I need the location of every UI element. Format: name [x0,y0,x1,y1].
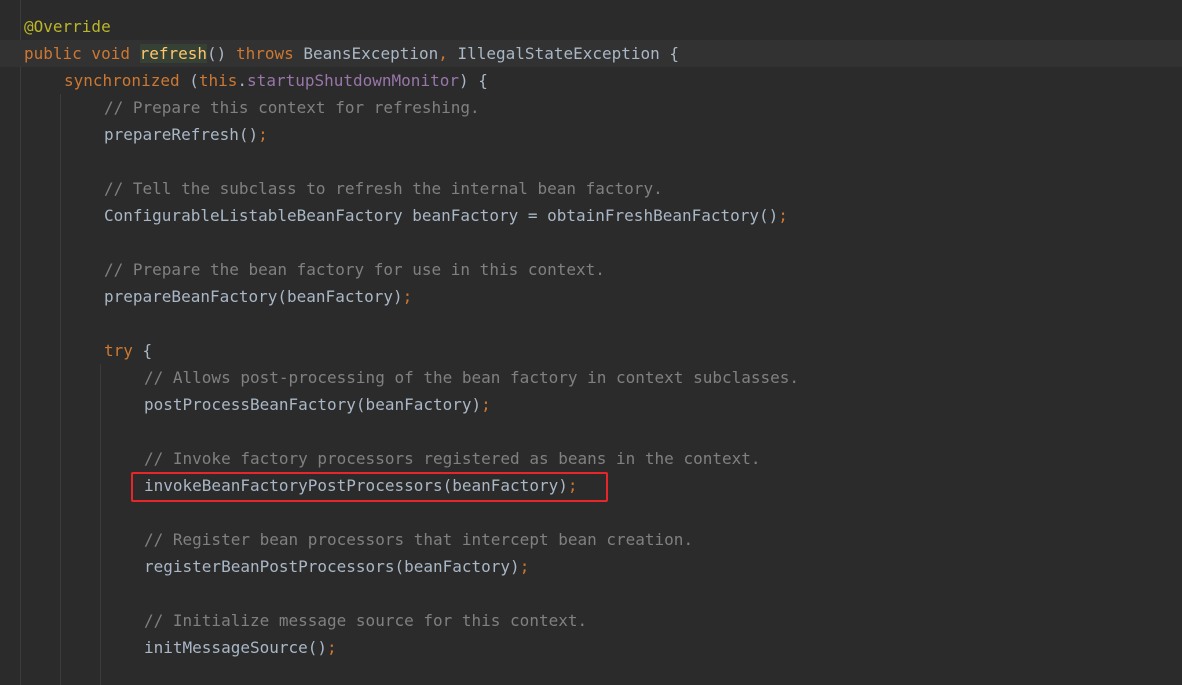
code-line-l24[interactable]: initMessageSource(); [0,634,1182,661]
code-token: // Prepare this context for refreshing. [104,98,480,117]
code-token: try [104,341,143,360]
code-line-l19[interactable] [0,499,1182,526]
code-token: ; [519,557,530,576]
code-line-l8[interactable]: ConfigurableListableBeanFactory beanFact… [0,202,1182,229]
code-token: , [438,44,458,63]
code-token: public void [24,44,140,63]
code-line-l4[interactable]: // Prepare this context for refreshing. [0,94,1182,121]
code-line-l6[interactable] [0,148,1182,175]
code-token: ; [327,638,337,657]
code-line-l20[interactable]: // Register bean processors that interce… [0,526,1182,553]
code-token: registerBeanPostProcessors(beanFactory) [144,557,520,576]
code-line-l22[interactable] [0,580,1182,607]
code-token: @Override [24,17,111,36]
code-token: ; [258,125,268,144]
code-line-l15[interactable]: postProcessBeanFactory(beanFactory); [0,391,1182,418]
code-line-l14[interactable]: // Allows post-processing of the bean fa… [0,364,1182,391]
code-token: postProcessBeanFactory(beanFactory) [144,395,482,414]
code-token: () [207,44,236,63]
code-token: // Allows post-processing of the bean fa… [144,368,800,387]
code-line-l1[interactable]: @Override [0,13,1182,40]
code-token: prepareRefresh() [104,125,259,144]
code-token: BeansException [303,44,439,63]
code-token: prepareBeanFactory(beanFactory) [104,287,403,306]
code-token: ConfigurableListableBeanFactory beanFact… [104,206,779,225]
code-token: { [142,341,153,360]
code-token: ; [481,395,491,414]
code-token: ) { [458,71,488,90]
code-line-l21[interactable]: registerBeanPostProcessors(beanFactory); [0,553,1182,580]
code-token: // Initialize message source for this co… [144,611,588,630]
code-line-l17[interactable]: // Invoke factory processors registered … [0,445,1182,472]
code-line-l12[interactable] [0,310,1182,337]
code-line-l11[interactable]: prepareBeanFactory(beanFactory); [0,283,1182,310]
code-token: this [198,71,238,90]
code-line-l10[interactable]: // Prepare the bean factory for use in t… [0,256,1182,283]
code-line-l3[interactable]: synchronized (this.startupShutdownMonito… [0,67,1182,94]
code-token: ; [778,206,788,225]
code-token: ( [189,71,199,90]
code-token: // Register bean processors that interce… [144,530,694,549]
code-token: // Tell the subclass to refresh the inte… [104,179,663,198]
highlight-box [131,472,608,502]
code-token: IllegalStateException { [457,44,680,63]
code-line-l16[interactable] [0,418,1182,445]
code-token: throws [235,44,304,63]
code-line-l5[interactable]: prepareRefresh(); [0,121,1182,148]
code-line-l23[interactable]: // Initialize message source for this co… [0,607,1182,634]
code-line-l2[interactable]: public void refresh() throws BeansExcept… [0,40,1182,67]
code-token: ; [402,287,413,306]
code-token: refresh [139,44,208,63]
code-token: . [237,71,248,90]
code-token: initMessageSource() [144,638,328,657]
code-line-l7[interactable]: // Tell the subclass to refresh the inte… [0,175,1182,202]
code-token: startupShutdownMonitor [247,71,459,90]
code-line-l13[interactable]: try { [0,337,1182,364]
code-editor[interactable]: @Override public void refresh() throws B… [0,0,1182,685]
code-token: // Invoke factory processors registered … [144,449,761,468]
code-token: synchronized [64,71,190,90]
code-token: // Prepare the bean factory for use in t… [104,260,605,279]
code-line-l9[interactable] [0,229,1182,256]
